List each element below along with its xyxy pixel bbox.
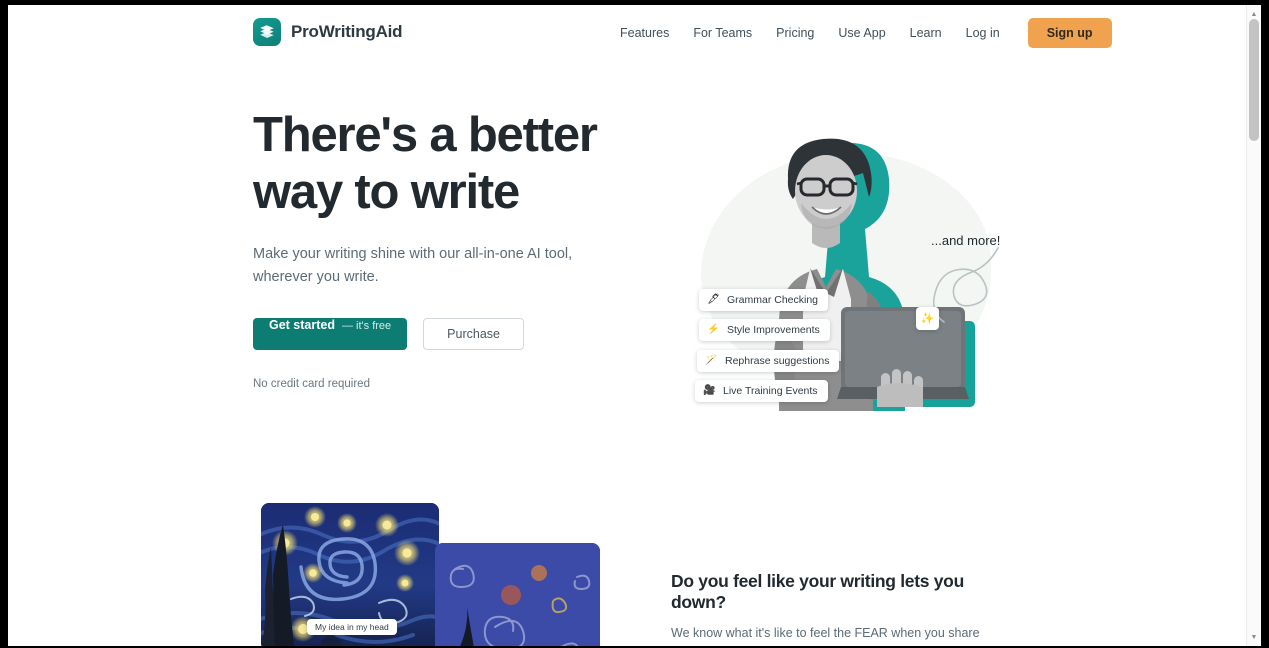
nav-link-for-teams[interactable]: For Teams	[681, 26, 764, 40]
browser-viewport: ProWritingAid Features For Teams Pricing…	[8, 5, 1261, 646]
my-idea-in-my-head-label: My idea in my head	[307, 619, 397, 635]
section-two-body: We know what it's like to feel the FEAR …	[671, 626, 997, 646]
sign-up-button[interactable]: Sign up	[1027, 18, 1112, 48]
magic-wand-icon: 🪄	[705, 355, 718, 366]
writing-lets-you-down-section: My idea in my head Do you feel like your…	[8, 481, 1246, 646]
feature-card-live-training-events: 🎥 Live Training Events	[695, 380, 828, 402]
section-two-title: Do you feel like your writing lets you d…	[671, 571, 964, 612]
purchase-button[interactable]: Purchase	[423, 318, 524, 350]
feature-card-label: Live Training Events	[723, 385, 818, 397]
brand-name: ProWritingAid	[291, 22, 403, 41]
feature-card-label: Grammar Checking	[727, 294, 819, 306]
simplified-painting-card	[435, 543, 600, 646]
feature-card-label: Rephrase suggestions	[725, 355, 830, 367]
starry-night-painting: My idea in my head	[261, 503, 439, 646]
nav-link-learn[interactable]: Learn	[898, 26, 954, 40]
feature-card-rephrase-suggestions: 🪄 Rephrase suggestions	[697, 350, 840, 372]
lightning-bolt-icon: ⚡	[707, 324, 720, 335]
get-started-label: Get started	[269, 318, 335, 332]
nav-link-use-app[interactable]: Use App	[826, 26, 897, 40]
brand-logo-link[interactable]: ProWritingAid	[253, 18, 403, 46]
no-credit-card-note: No credit card required	[253, 378, 370, 390]
section-two-copy: Do you feel like your writing lets you d…	[671, 571, 1021, 646]
hero-cta-row: Get started — it's free Purchase	[253, 318, 633, 350]
hero-copy: There's a better way to write Make your …	[253, 107, 633, 390]
browser-window-frame: ProWritingAid Features For Teams Pricing…	[0, 0, 1269, 648]
scrollbar-thumb[interactable]	[1249, 19, 1259, 141]
feature-card-style-improvements: ⚡ Style Improvements	[699, 319, 830, 341]
main-navigation: Features For Teams Pricing Use App Learn…	[608, 5, 1112, 61]
nav-link-pricing[interactable]: Pricing	[764, 26, 826, 40]
web-page: ProWritingAid Features For Teams Pricing…	[8, 5, 1246, 646]
nav-link-log-in[interactable]: Log in	[954, 26, 1012, 40]
sparkle-badge-icon: ✨	[916, 307, 939, 330]
simplified-starry-svg	[435, 543, 600, 646]
hero-section: There's a better way to write Make your …	[8, 61, 1246, 481]
scroll-down-arrow-icon[interactable]: ▼	[1247, 630, 1261, 644]
prowritingaid-logo-icon	[253, 18, 281, 46]
quill-pen-icon: 🖋	[707, 294, 720, 305]
artwork-comparison: My idea in my head	[253, 503, 603, 646]
vertical-scrollbar[interactable]: ▲ ▼	[1246, 5, 1261, 646]
site-header: ProWritingAid Features For Teams Pricing…	[8, 5, 1246, 61]
feature-card-grammar-checking: 🖋 Grammar Checking	[699, 289, 829, 311]
curly-arrow-icon	[932, 247, 999, 323]
feature-card-label: Style Improvements	[727, 324, 820, 336]
hero-subtitle: Make your writing shine with our all-in-…	[253, 246, 573, 285]
nav-link-features[interactable]: Features	[608, 26, 681, 40]
hero-illustration: 🖋 Grammar Checking ⚡ Style Improvements …	[673, 111, 1018, 441]
hero-title: There's a better way to write	[253, 108, 598, 219]
get-started-button[interactable]: Get started — it's free	[253, 318, 408, 350]
movie-camera-icon: 🎥	[703, 385, 716, 396]
get-started-sublabel: — it's free	[342, 320, 392, 332]
